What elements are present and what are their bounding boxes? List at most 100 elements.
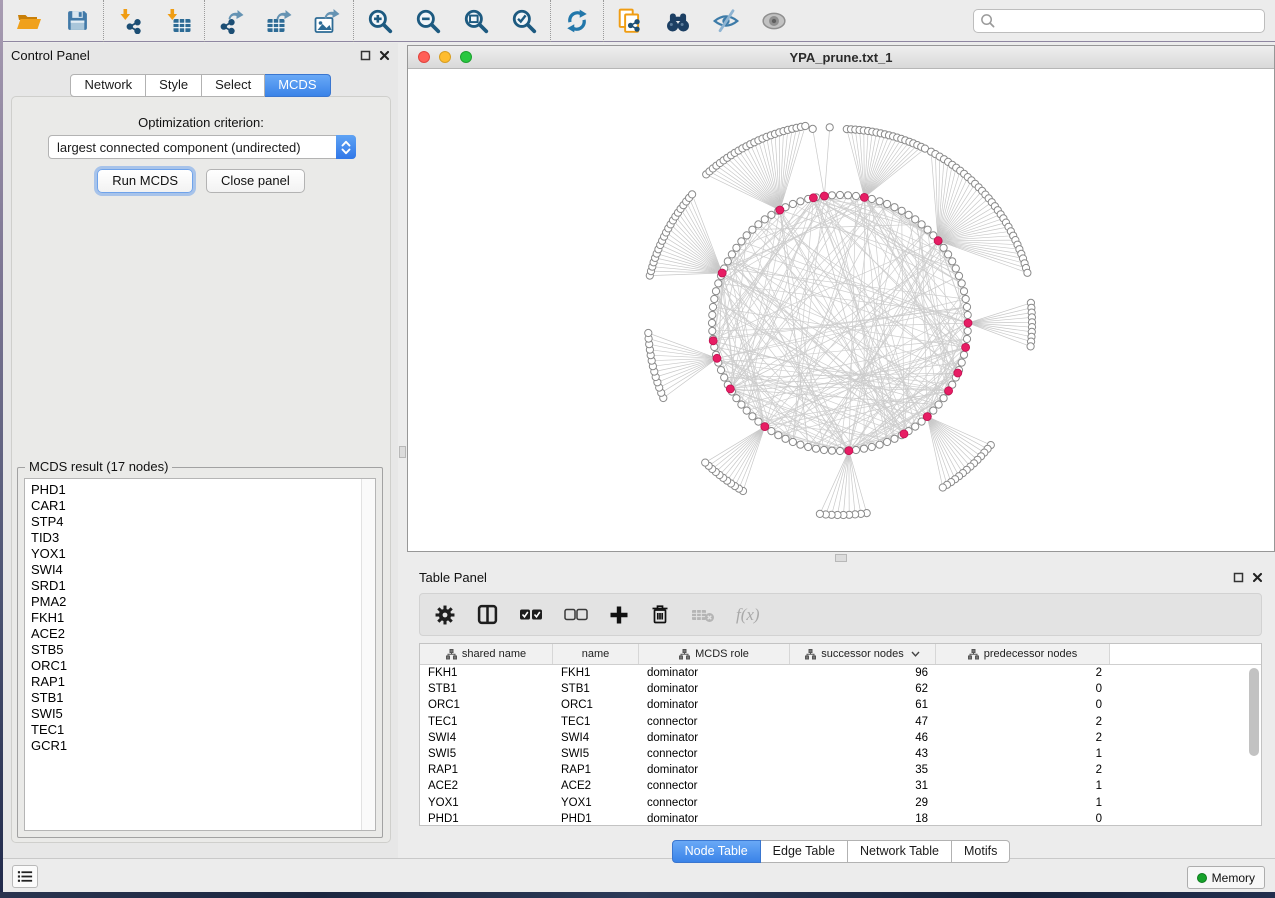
- result-node-item[interactable]: RAP1: [31, 674, 375, 690]
- cell-name: FKH1: [553, 667, 639, 679]
- open-file-icon[interactable]: [13, 5, 45, 37]
- float-panel-icon[interactable]: [1232, 571, 1244, 583]
- panel-menu-button[interactable]: [12, 865, 38, 888]
- optimization-criterion-dropdown[interactable]: largest connected component (undirected): [48, 135, 356, 159]
- cell-shared-name: RAP1: [420, 764, 553, 776]
- table-row[interactable]: ORC1ORC1dominator610: [420, 697, 1261, 713]
- run-mcds-button[interactable]: Run MCDS: [97, 169, 193, 193]
- horizontal-splitter[interactable]: [407, 552, 1275, 565]
- cell-MCDS-role: dominator: [639, 813, 790, 825]
- result-node-item[interactable]: SRD1: [31, 578, 375, 594]
- table-row[interactable]: TEC1TEC1connector472: [420, 714, 1261, 730]
- table-row[interactable]: ACE2ACE2connector311: [420, 778, 1261, 794]
- deselect-all-icon[interactable]: [564, 603, 588, 627]
- clone-network-icon[interactable]: [614, 5, 646, 37]
- tab-motifs[interactable]: Motifs: [952, 840, 1010, 863]
- close-panel-icon[interactable]: [1251, 571, 1263, 583]
- result-node-item[interactable]: STP4: [31, 514, 375, 530]
- export-table-icon[interactable]: [263, 5, 295, 37]
- result-node-item[interactable]: PHD1: [31, 482, 375, 498]
- vertical-splitter[interactable]: [398, 43, 407, 858]
- cell-name: ACE2: [553, 780, 639, 792]
- result-node-item[interactable]: YOX1: [31, 546, 375, 562]
- cell-predecessor-nodes: 2: [936, 667, 1110, 679]
- column-header-predecessor-nodes[interactable]: predecessor nodes: [936, 644, 1110, 664]
- network-canvas[interactable]: [408, 69, 1274, 551]
- table-toolbar: f(x): [419, 593, 1262, 636]
- scrollbar-thumb[interactable]: [1249, 668, 1259, 756]
- splitter-grip[interactable]: [399, 446, 406, 458]
- export-image-icon[interactable]: [311, 5, 343, 37]
- mcds-result-group: MCDS result (17 nodes) PHD1CAR1STP4TID3Y…: [17, 467, 383, 838]
- table-settings-icon[interactable]: [434, 603, 456, 627]
- toggle-columns-icon[interactable]: [477, 603, 498, 627]
- zoom-out-icon[interactable]: [412, 5, 444, 37]
- toolbar-group: [353, 0, 550, 42]
- zoom-fit-icon[interactable]: [460, 5, 492, 37]
- column-header-successor-nodes[interactable]: successor nodes: [790, 644, 936, 664]
- select-all-icon[interactable]: [519, 603, 543, 627]
- table-row[interactable]: STB1STB1dominator620: [420, 681, 1261, 697]
- cell-name: ORC1: [553, 699, 639, 711]
- search-field[interactable]: [973, 9, 1265, 33]
- column-header-name[interactable]: name: [553, 644, 639, 664]
- result-node-item[interactable]: STB5: [31, 642, 375, 658]
- hide-eye-icon[interactable]: [710, 5, 742, 37]
- result-node-item[interactable]: STB1: [31, 690, 375, 706]
- zoom-in-icon[interactable]: [364, 5, 396, 37]
- show-eye-icon[interactable]: [758, 5, 790, 37]
- export-network-icon[interactable]: [215, 5, 247, 37]
- save-session-icon[interactable]: [61, 5, 93, 37]
- cell-shared-name: SWI5: [420, 748, 553, 760]
- result-node-item[interactable]: GCR1: [31, 738, 375, 754]
- result-node-item[interactable]: CAR1: [31, 498, 375, 514]
- column-header-shared-name[interactable]: shared name: [420, 644, 553, 664]
- table-row[interactable]: SWI4SWI4dominator462: [420, 730, 1261, 746]
- memory-button[interactable]: Memory: [1187, 866, 1265, 889]
- add-column-icon[interactable]: [609, 603, 629, 627]
- close-panel-button[interactable]: Close panel: [206, 169, 305, 193]
- table-row[interactable]: RAP1RAP1dominator352: [420, 762, 1261, 778]
- float-panel-icon[interactable]: [359, 49, 371, 61]
- result-node-item[interactable]: ACE2: [31, 626, 375, 642]
- mcds-result-list[interactable]: PHD1CAR1STP4TID3YOX1SWI4SRD1PMA2FKH1ACE2…: [24, 478, 376, 831]
- tab-edge-table[interactable]: Edge Table: [761, 840, 848, 863]
- network-window-titlebar[interactable]: YPA_prune.txt_1: [408, 46, 1274, 69]
- result-node-item[interactable]: PMA2: [31, 594, 375, 610]
- delete-column-icon[interactable]: [650, 603, 670, 627]
- cell-shared-name: ORC1: [420, 699, 553, 711]
- tab-network-table[interactable]: Network Table: [848, 840, 952, 863]
- table-row[interactable]: FKH1FKH1dominator962: [420, 665, 1261, 681]
- table-scrollbar[interactable]: [1249, 668, 1259, 823]
- control-panel-tabs: NetworkStyleSelectMCDS: [3, 74, 398, 97]
- result-node-item[interactable]: SWI4: [31, 562, 375, 578]
- tab-select[interactable]: Select: [202, 74, 265, 97]
- result-node-item[interactable]: TEC1: [31, 722, 375, 738]
- tab-network[interactable]: Network: [70, 74, 146, 97]
- table-row[interactable]: SWI5SWI5connector431: [420, 746, 1261, 762]
- dropdown-stepper-icon[interactable]: [336, 135, 356, 159]
- find-icon[interactable]: [662, 5, 694, 37]
- column-header-MCDS-role[interactable]: MCDS role: [639, 644, 790, 664]
- zoom-selected-icon[interactable]: [508, 5, 540, 37]
- table-header-row: shared namenameMCDS rolesuccessor nodesp…: [420, 644, 1261, 665]
- import-table-icon[interactable]: [162, 5, 194, 37]
- tab-node-table[interactable]: Node Table: [672, 840, 761, 863]
- table-row[interactable]: PHD1PHD1dominator180: [420, 811, 1261, 827]
- table-row[interactable]: YOX1YOX1connector291: [420, 795, 1261, 811]
- result-node-item[interactable]: TID3: [31, 530, 375, 546]
- splitter-grip[interactable]: [835, 554, 847, 562]
- search-input[interactable]: [999, 14, 1258, 28]
- cell-successor-nodes: 29: [790, 797, 936, 809]
- result-node-item[interactable]: FKH1: [31, 610, 375, 626]
- result-node-item[interactable]: SWI5: [31, 706, 375, 722]
- tab-mcds[interactable]: MCDS: [265, 74, 330, 97]
- result-list-scrollbar[interactable]: [361, 479, 375, 830]
- tab-style[interactable]: Style: [146, 74, 202, 97]
- import-network-icon[interactable]: [114, 5, 146, 37]
- result-node-item[interactable]: ORC1: [31, 658, 375, 674]
- refresh-network-icon[interactable]: [561, 5, 593, 37]
- close-panel-icon[interactable]: [378, 49, 390, 61]
- control-panel-titlebar: Control Panel: [3, 43, 398, 67]
- cell-shared-name: ACE2: [420, 780, 553, 792]
